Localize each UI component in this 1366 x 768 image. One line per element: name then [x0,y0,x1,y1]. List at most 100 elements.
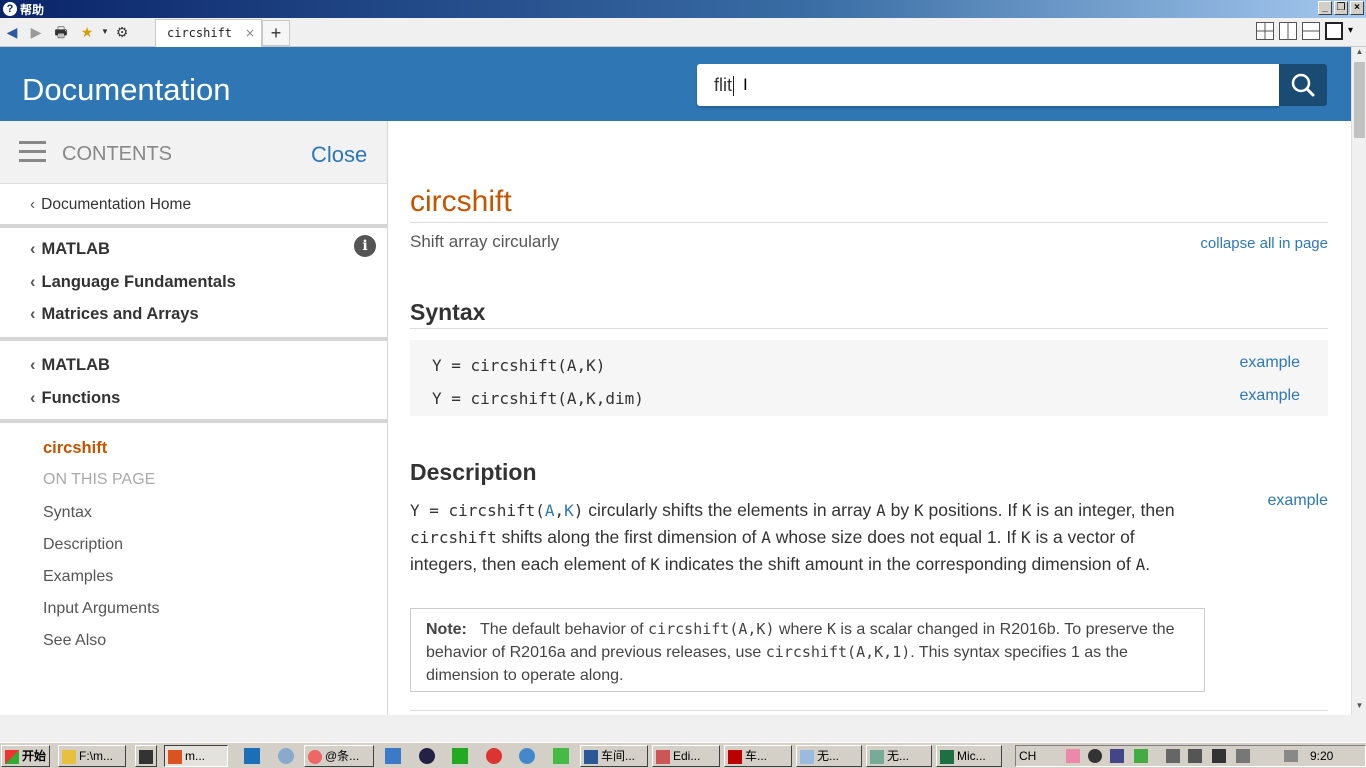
window-titlebar: ? 帮助 _ ❐ × [0,0,1366,18]
settings-gear-icon[interactable]: ⚙ [113,24,131,40]
section-rule [410,328,1328,329]
favorites-dropdown-icon[interactable]: ▼ [96,24,114,40]
collapse-all-link[interactable]: collapse all in page [1200,235,1328,252]
tray-icon[interactable] [1088,749,1102,763]
system-tray: CH 9:20 [1015,745,1366,767]
chrome-icon[interactable] [486,748,502,764]
close-window-button[interactable]: × [1350,1,1364,15]
favorites-icon[interactable]: ★ [78,24,96,40]
search-input[interactable]: flit [697,64,1279,106]
help-icon: ? [3,2,17,16]
scroll-thumb[interactable] [1354,62,1365,138]
taskbar-button-pdf[interactable]: 车... [724,745,792,767]
start-button[interactable]: 开始 [1,745,50,767]
taskbar-button-word[interactable]: 车间... [580,745,648,767]
more-dropdown-icon[interactable]: ▾ [1348,22,1358,40]
quicklaunch-icon[interactable] [452,748,468,764]
chevron-left-icon: ‹ [30,305,36,323]
tray-icon[interactable] [1212,749,1226,763]
taskbar-button-browser[interactable]: @条... [304,745,374,767]
quicklaunch-icon[interactable] [244,748,260,764]
matlab-icon [168,749,182,764]
sidebar-item-doc-home[interactable]: ‹ Documentation Home [30,196,191,214]
scroll-up-icon[interactable]: ▲ [1352,47,1366,61]
start-label: 开始 [22,749,47,763]
taskbar-button-excel[interactable]: Mic... [936,745,1002,767]
doc-header: Documentation flit [0,47,1351,121]
language-indicator[interactable]: CH [1019,749,1036,763]
tab-circshift[interactable]: circshift × [155,19,262,47]
single-view-icon[interactable] [1325,22,1343,40]
sidebar-link-input-arguments[interactable]: Input Arguments [43,600,160,618]
search-icon [1291,73,1315,97]
network-icon[interactable] [1166,749,1180,763]
chevron-left-icon: ‹ [30,356,36,374]
tray-icon[interactable] [1284,750,1298,762]
note-box: Note: The default behavior of circshift(… [410,608,1205,692]
pdf-icon [728,749,742,764]
description-example-link[interactable]: example [1268,492,1328,510]
notepad-icon [800,749,814,764]
search-button[interactable] [1279,64,1327,106]
quicklaunch-icon[interactable] [419,748,435,764]
taskbar-button-matlab[interactable]: m... [164,745,228,767]
tile-horizontal-icon[interactable] [1302,22,1320,40]
sidebar-link-examples[interactable]: Examples [43,568,113,586]
syntax-example-link[interactable]: example [1240,354,1300,372]
taskbar-button-explorer[interactable]: F:\m... [58,745,126,767]
tab-close-icon[interactable]: × [245,20,255,46]
description-heading: Description [410,459,537,485]
taskbar-label: 车... [745,749,768,763]
tile-grid-icon[interactable] [1256,22,1274,40]
sidebar-link-syntax[interactable]: Syntax [43,504,92,522]
sidebar-item-matlab-2[interactable]: ‹ MATLAB [30,356,110,375]
print-icon[interactable]: 🖶 [52,24,70,40]
clock[interactable]: 9:20 [1310,749,1333,763]
arg-link-k[interactable]: K [564,501,574,520]
taskbar-button-editor[interactable]: Edi... [652,745,720,767]
taskbar-button-notepad[interactable]: 无... [796,745,862,767]
sidebar-item-label: Functions [41,389,121,407]
sidebar-item-functions[interactable]: ‹ Functions [30,389,120,408]
tray-icon[interactable] [1110,749,1124,763]
section-rule [410,710,1328,711]
quicklaunch-icon[interactable] [278,748,294,764]
taskbar-button-app[interactable] [135,745,157,767]
new-tab-button[interactable]: + [262,20,290,46]
back-icon[interactable]: ◀ [3,24,21,40]
minimize-button[interactable]: _ [1318,1,1332,15]
sidebar-divider [0,224,387,228]
scroll-down-icon[interactable]: ▼ [1352,701,1366,715]
arg-link-a[interactable]: A [545,501,555,520]
quicklaunch-icon[interactable] [519,748,535,764]
volume-icon[interactable] [1188,749,1202,763]
description-paragraph: Y = circshift(A,K) circularly shifts the… [410,500,1175,574]
tile-vertical-icon[interactable] [1279,22,1297,40]
quicklaunch-icon[interactable] [385,748,401,764]
info-icon[interactable]: i [354,235,376,257]
sidebar-divider [0,419,387,423]
forward-icon[interactable]: ▶ [27,24,45,40]
close-sidebar-link[interactable]: Close [311,142,367,168]
tray-icon[interactable] [1236,749,1250,763]
hamburger-menu-icon[interactable] [19,141,46,165]
sidebar-item-matrices-arrays[interactable]: ‹ Matrices and Arrays [30,305,199,324]
sidebar-link-description[interactable]: Description [43,536,123,554]
syntax-example-link[interactable]: example [1240,387,1300,405]
sidebar-link-see-also[interactable]: See Also [43,632,106,650]
tray-icon[interactable] [1066,749,1080,763]
sidebar-item-matlab[interactable]: ‹ MATLAB [30,240,110,259]
taskbar-button-paint[interactable]: 无... [866,745,932,767]
chevron-left-icon: ‹ [30,389,36,407]
editor-icon [656,749,670,764]
vertical-scrollbar[interactable]: ▲ ▼ [1351,47,1366,715]
tray-icon[interactable] [1134,749,1148,763]
quicklaunch-icon[interactable] [553,748,569,764]
chevron-left-icon: ‹ [30,240,36,258]
taskbar-label: F:\m... [79,749,113,763]
app-icon [139,749,153,764]
sidebar-item-language-fundamentals[interactable]: ‹ Language Fundamentals [30,273,236,292]
function-title: circshift [410,185,512,218]
restore-button[interactable]: ❐ [1334,1,1348,15]
taskbar-label: m... [185,749,205,763]
